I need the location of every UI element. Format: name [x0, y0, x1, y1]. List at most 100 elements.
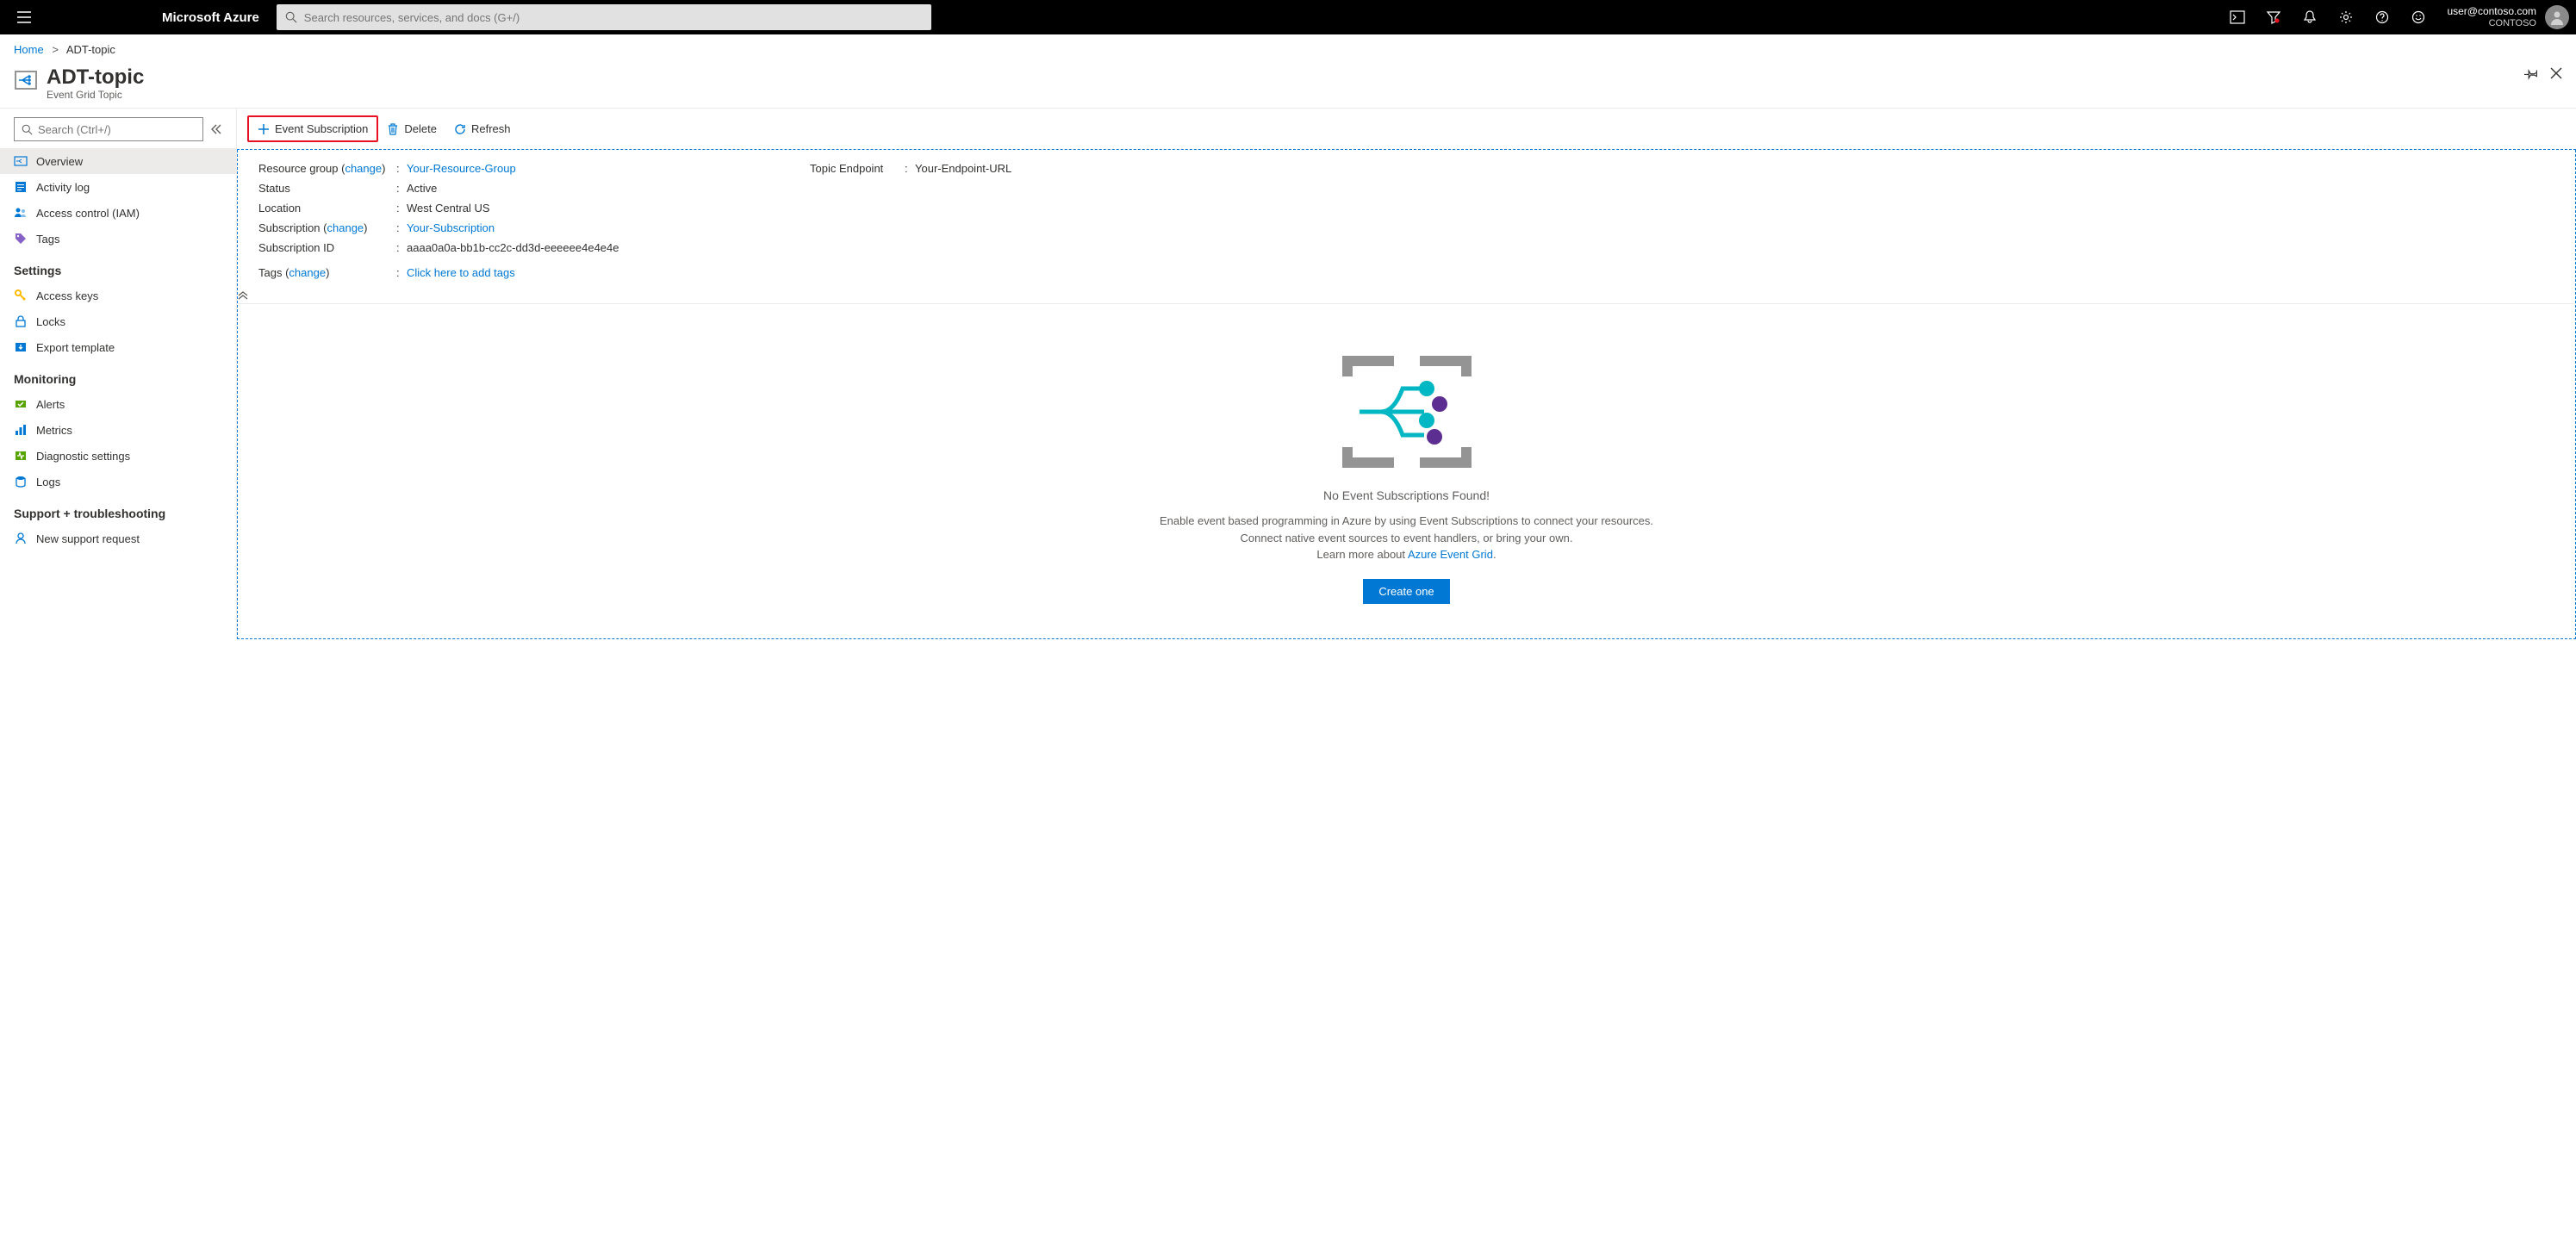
notifications-button[interactable]: [2292, 0, 2328, 34]
sidebar-item-label: Export template: [36, 341, 115, 354]
event-grid-illustration-icon: [1342, 356, 1472, 468]
diagnostic-icon: [14, 449, 28, 463]
change-tags-link[interactable]: change: [289, 266, 326, 279]
essentials-label-endpoint: Topic Endpoint: [810, 162, 905, 175]
toolbar: Event Subscription Delete Refresh: [237, 109, 2576, 150]
bell-icon: [2303, 10, 2317, 24]
collapse-sidebar-button[interactable]: [210, 123, 222, 135]
logs-icon: [14, 475, 28, 488]
alerts-icon: [14, 397, 28, 411]
sidebar-item-label: Alerts: [36, 398, 65, 411]
sidebar-group-support: Support + troubleshooting: [0, 494, 236, 526]
filter-icon: [2267, 10, 2280, 24]
refresh-icon: [454, 123, 466, 135]
person-icon: [2548, 9, 2566, 26]
sidebar-item-alerts[interactable]: Alerts: [0, 391, 236, 417]
sidebar: Overview Activity log Access control (IA…: [0, 109, 237, 639]
user-block[interactable]: user@contoso.com CONTOSO: [2447, 6, 2536, 28]
add-tags-link[interactable]: Click here to add tags: [407, 266, 515, 279]
refresh-button[interactable]: Refresh: [445, 117, 520, 140]
sidebar-item-export-template[interactable]: Export template: [0, 334, 236, 360]
directories-button[interactable]: [2256, 0, 2292, 34]
essentials-value-subid: aaaa0a0a-bb1b-cc2c-dd3d-eeeeee4e4e4e: [407, 241, 810, 254]
sidebar-item-access-keys[interactable]: Access keys: [0, 283, 236, 308]
sidebar-item-label: Activity log: [36, 181, 90, 194]
change-rg-link[interactable]: change: [345, 162, 382, 175]
metrics-icon: [14, 423, 28, 437]
avatar[interactable]: [2545, 5, 2569, 29]
pin-icon: [2524, 66, 2538, 80]
close-icon: [2550, 67, 2562, 79]
essentials-value-status: Active: [407, 182, 810, 195]
hamburger-menu[interactable]: [7, 11, 41, 23]
search-icon: [22, 124, 33, 135]
gear-icon: [2339, 10, 2353, 24]
help-button[interactable]: [2364, 0, 2400, 34]
help-icon: [2375, 10, 2389, 24]
cloud-shell-button[interactable]: [2219, 0, 2256, 34]
change-sub-link[interactable]: change: [327, 221, 364, 234]
sidebar-search[interactable]: [14, 117, 203, 141]
sidebar-item-new-support-request[interactable]: New support request: [0, 526, 236, 551]
sidebar-item-diagnostic-settings[interactable]: Diagnostic settings: [0, 443, 236, 469]
user-email: user@contoso.com: [2447, 6, 2536, 18]
sidebar-item-label: Metrics: [36, 424, 72, 437]
sidebar-item-label: Overview: [36, 155, 83, 168]
essentials-label-rg: Resource group (change): [258, 162, 396, 175]
page-title: ADT-topic: [47, 66, 144, 89]
page-header: ADT-topic Event Grid Topic: [0, 63, 2576, 109]
sidebar-item-label: New support request: [36, 532, 140, 545]
sidebar-item-label: Tags: [36, 233, 59, 246]
sidebar-search-input[interactable]: [38, 123, 196, 136]
pin-button[interactable]: [2524, 66, 2538, 80]
sidebar-item-activity-log[interactable]: Activity log: [0, 174, 236, 200]
page-subtitle: Event Grid Topic: [47, 89, 144, 101]
feedback-button[interactable]: [2400, 0, 2436, 34]
azure-event-grid-link[interactable]: Azure Event Grid: [1408, 548, 1493, 561]
essentials-label-subscription: Subscription (change): [258, 221, 396, 234]
sidebar-item-label: Access control (IAM): [36, 207, 140, 220]
essentials-label-subid: Subscription ID: [258, 241, 396, 254]
settings-button[interactable]: [2328, 0, 2364, 34]
breadcrumb-sep: >: [52, 43, 59, 56]
collapse-essentials-button[interactable]: [238, 288, 2575, 304]
main-content: Event Subscription Delete Refresh Resour…: [237, 109, 2576, 639]
global-search-input[interactable]: [304, 11, 923, 24]
support-icon: [14, 532, 28, 545]
close-button[interactable]: [2550, 67, 2562, 79]
delete-button[interactable]: Delete: [378, 117, 445, 140]
sidebar-item-tags[interactable]: Tags: [0, 226, 236, 252]
essentials-value-endpoint: Your-Endpoint-URL: [915, 162, 1011, 175]
breadcrumb-current: ADT-topic: [66, 43, 115, 56]
toolbar-label: Delete: [404, 122, 437, 135]
empty-state-description: Enable event based programming in Azure …: [1160, 513, 1653, 563]
create-one-button[interactable]: Create one: [1363, 579, 1449, 604]
resource-group-link[interactable]: Your-Resource-Group: [407, 162, 516, 175]
activity-log-icon: [14, 180, 28, 194]
breadcrumb-home[interactable]: Home: [14, 43, 44, 56]
search-icon: [285, 11, 297, 23]
sidebar-item-overview[interactable]: Overview: [0, 148, 236, 174]
lock-icon: [14, 314, 28, 328]
essentials-value-location: West Central US: [407, 202, 810, 215]
global-search[interactable]: [277, 4, 931, 30]
sidebar-item-metrics[interactable]: Metrics: [0, 417, 236, 443]
sidebar-group-monitoring: Monitoring: [0, 360, 236, 391]
plus-icon: [258, 123, 270, 135]
essentials-label-status: Status: [258, 182, 396, 195]
event-subscription-button[interactable]: Event Subscription: [247, 115, 378, 142]
top-icon-row: user@contoso.com CONTOSO: [2219, 0, 2569, 34]
sidebar-item-label: Diagnostic settings: [36, 450, 130, 463]
subscription-link[interactable]: Your-Subscription: [407, 221, 495, 234]
sidebar-item-label: Locks: [36, 315, 65, 328]
sidebar-item-access-control[interactable]: Access control (IAM): [0, 200, 236, 226]
essentials-label-location: Location: [258, 202, 396, 215]
sidebar-item-locks[interactable]: Locks: [0, 308, 236, 334]
toolbar-label: Event Subscription: [275, 122, 368, 135]
top-bar: Microsoft Azure user@contoso.com CONTOSO: [0, 0, 2576, 34]
empty-state-title: No Event Subscriptions Found!: [1323, 488, 1490, 502]
empty-state: No Event Subscriptions Found! Enable eve…: [238, 304, 2575, 638]
sidebar-item-logs[interactable]: Logs: [0, 469, 236, 494]
iam-icon: [14, 206, 28, 220]
resource-icon: [14, 68, 38, 92]
